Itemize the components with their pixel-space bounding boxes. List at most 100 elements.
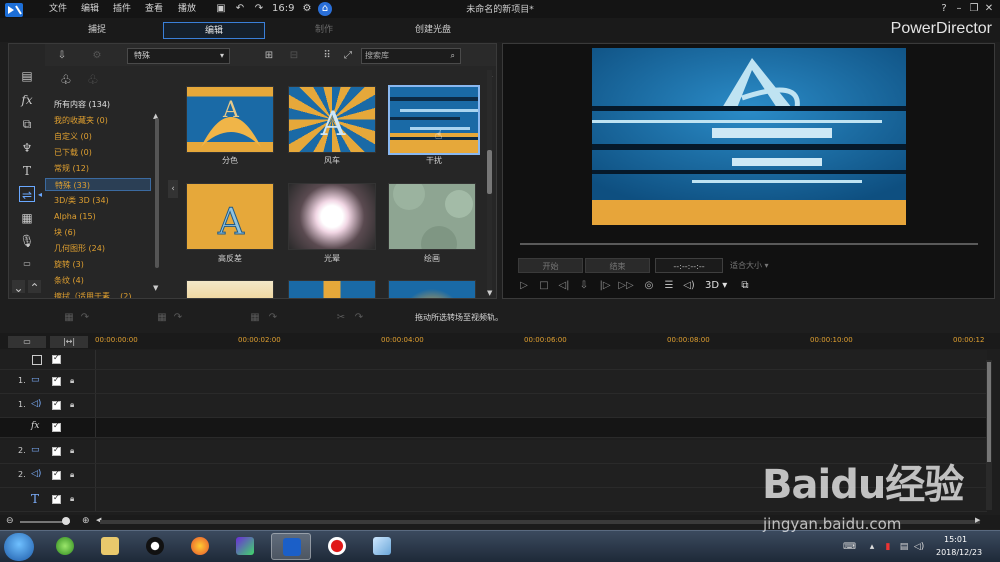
- fx-room-icon[interactable]: fx: [19, 92, 35, 108]
- transition-thumb-glow[interactable]: [288, 183, 376, 250]
- track-enable-checkbox[interactable]: [52, 399, 61, 410]
- lock-icon[interactable]: 🔒︎: [70, 446, 74, 456]
- category-favorites[interactable]: 我的收藏夹 (0): [45, 114, 151, 127]
- zoom-out-icon[interactable]: ⊖: [6, 516, 14, 526]
- scroll-down-icon[interactable]: ⌄: [12, 280, 25, 295]
- transition-thumb-partial[interactable]: [388, 280, 476, 298]
- menu-plugins[interactable]: 插件: [113, 2, 131, 16]
- category-custom[interactable]: 自定义 (0): [45, 130, 151, 143]
- volume-tray-icon[interactable]: ◁): [913, 541, 925, 553]
- track-enable-checkbox[interactable]: [52, 445, 61, 456]
- transition-thumb-windmill[interactable]: A: [288, 86, 376, 153]
- redo-icon[interactable]: ↷: [252, 2, 266, 16]
- clock-time[interactable]: 15:01: [944, 535, 967, 544]
- category-alpha[interactable]: Alpha (15): [45, 210, 151, 223]
- pip-room-icon[interactable]: ⧉: [19, 116, 35, 132]
- fit-size-dropdown[interactable]: 适合大小 ▾: [730, 258, 788, 273]
- tab-capture[interactable]: 捕捉: [46, 22, 148, 39]
- restore-icon[interactable]: ❐: [967, 2, 981, 16]
- cross-transition-icon[interactable]: ↷: [78, 311, 92, 325]
- taskbar-file-explorer[interactable]: [90, 533, 130, 560]
- zoom-slider-handle[interactable]: [62, 517, 70, 525]
- lock-icon[interactable]: 🔒︎: [70, 400, 74, 410]
- category-all[interactable]: 所有内容 (134): [45, 98, 151, 111]
- mark-out-button[interactable]: 结束: [585, 258, 650, 273]
- track-enable-checkbox[interactable]: [52, 353, 61, 364]
- track-enable-checkbox[interactable]: [52, 493, 61, 504]
- chapter-room-icon[interactable]: ▭: [19, 256, 35, 272]
- master-select-box[interactable]: [32, 355, 42, 365]
- taskbar-recorder[interactable]: [317, 533, 357, 560]
- aspect-ratio-icon[interactable]: 16:9: [272, 2, 294, 16]
- taskbar-firefox[interactable]: [180, 533, 220, 560]
- remove-transition-icon[interactable]: ✂: [334, 311, 348, 325]
- timeline-view-button[interactable]: ▭: [8, 336, 46, 348]
- add-icon[interactable]: ⊞: [262, 49, 276, 63]
- 3d-mode-button[interactable]: 3D ▾: [705, 278, 727, 294]
- timeline-vertical-thumb[interactable]: [987, 362, 991, 462]
- category-general[interactable]: 常规 (12): [45, 162, 151, 175]
- category-scrollbar[interactable]: [155, 118, 159, 268]
- taskbar-360-browser[interactable]: [45, 533, 85, 560]
- plugin-icon[interactable]: ⚙: [90, 49, 104, 63]
- title-room-icon[interactable]: T: [19, 163, 35, 179]
- account-icon[interactable]: ⌂: [318, 2, 332, 16]
- track-body[interactable]: [95, 394, 987, 417]
- remove-all-icon[interactable]: ↷: [352, 311, 366, 325]
- remove-icon[interactable]: ⊟: [287, 49, 301, 63]
- storyboard-view-button[interactable]: |↔|: [50, 336, 88, 348]
- category-3d[interactable]: 3D/类 3D (34): [45, 194, 151, 207]
- fast-forward-icon[interactable]: ▷▷: [618, 278, 634, 294]
- search-icon[interactable]: ⌕: [451, 49, 455, 63]
- undo-icon[interactable]: ↶: [233, 2, 247, 16]
- volume-icon[interactable]: ◁): [681, 278, 697, 294]
- category-downloaded[interactable]: 已下载 (0): [45, 146, 151, 159]
- prefix-transition-icon[interactable]: ▦: [62, 311, 76, 325]
- grid-scroll-thumb[interactable]: [487, 150, 492, 194]
- category-geometric[interactable]: 几何图形 (24): [45, 242, 151, 255]
- tab-produce[interactable]: 制作: [273, 22, 375, 39]
- category-stripe[interactable]: 条纹 (4): [45, 274, 151, 287]
- category-scroll-down-icon[interactable]: ▼: [153, 284, 158, 292]
- stop-icon[interactable]: □: [536, 278, 552, 294]
- help-icon[interactable]: ?: [937, 2, 951, 16]
- category-special[interactable]: 特殊 (33): [45, 178, 151, 191]
- lock-icon[interactable]: 🔒︎: [70, 376, 74, 386]
- timeline-ruler[interactable]: 00:00:00:00 00:00:02:00 00:00:04:00 00:0…: [95, 335, 987, 349]
- lock-icon[interactable]: 🔒︎: [70, 470, 74, 480]
- media-room-icon[interactable]: ▤: [19, 68, 35, 84]
- transition-room-icon[interactable]: ⇌: [19, 186, 35, 202]
- tab-create-disc[interactable]: 创建光盘: [382, 22, 484, 39]
- overlap-transition-icon[interactable]: ↷: [171, 311, 185, 325]
- category-rotate[interactable]: 旋转 (3): [45, 258, 151, 271]
- transition-thumb-glitch[interactable]: [388, 85, 480, 155]
- play-icon[interactable]: ▷: [516, 278, 532, 294]
- track-body[interactable]: [95, 350, 987, 369]
- previous-frame-icon[interactable]: ◁|: [556, 278, 572, 294]
- audio-mix-room-icon[interactable]: ▦: [19, 210, 35, 226]
- clock-date[interactable]: 2018/12/23: [936, 548, 982, 557]
- import-icon[interactable]: ⇩: [55, 49, 69, 63]
- track-enable-checkbox[interactable]: [52, 421, 61, 432]
- mark-in-button[interactable]: 开始: [518, 258, 583, 273]
- category-wipe[interactable]: 擦拭（适用于素... (2): [45, 290, 151, 298]
- timecode-display[interactable]: --:--:--:--: [655, 258, 723, 273]
- preview-scrubber[interactable]: [520, 243, 978, 245]
- menu-edit[interactable]: 编辑: [81, 2, 99, 16]
- transition-thumb-split[interactable]: A: [186, 86, 274, 153]
- minimize-icon[interactable]: –: [952, 2, 966, 16]
- scroll-up-icon[interactable]: ⌃: [28, 280, 41, 295]
- start-button[interactable]: [4, 533, 34, 561]
- track-body[interactable]: [95, 370, 987, 393]
- taskbar-powerdirector[interactable]: [271, 533, 311, 560]
- save-icon[interactable]: ▣: [214, 2, 228, 16]
- camera-icon[interactable]: ◎: [641, 278, 657, 294]
- taskbar-video-app[interactable]: [225, 533, 265, 560]
- collapse-categories-button[interactable]: ‹: [168, 180, 178, 198]
- category-block[interactable]: 块 (6): [45, 226, 151, 239]
- grid-scroll-down-icon[interactable]: ▼: [487, 289, 492, 297]
- taskbar-qq[interactable]: [135, 533, 175, 560]
- track-enable-checkbox[interactable]: [52, 375, 61, 386]
- taskbar-notes[interactable]: [362, 533, 402, 560]
- expand-icon[interactable]: ⤢: [341, 49, 355, 63]
